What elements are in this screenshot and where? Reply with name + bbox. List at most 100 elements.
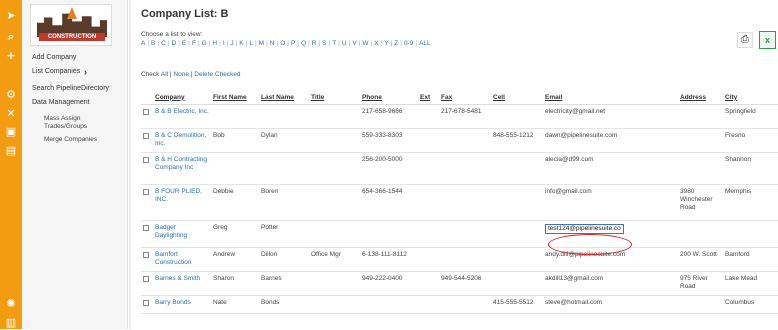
table-row: B & B Electric, Inc. 217-658-9666 217-678-… [141, 104, 778, 129]
search-icon[interactable]: ⌕ [4, 30, 18, 44]
sidebar-item-list-companies[interactable]: List Companies [32, 68, 80, 75]
row-checkbox[interactable] [143, 132, 149, 139]
cell-phone: 217-658-9666 [360, 104, 418, 129]
check-all-link[interactable]: All [161, 71, 168, 78]
letter-link-l[interactable]: L [249, 40, 253, 47]
cell-ext [418, 184, 439, 221]
sidebar-subitem-merge-companies[interactable]: Merge Companies [44, 136, 97, 144]
delete-checked-link[interactable]: Delete Checked [194, 71, 240, 78]
row-checkbox[interactable] [143, 251, 149, 258]
id-card-icon[interactable]: ▣ [4, 125, 18, 139]
sidebar-item-data-management[interactable]: Data Management [32, 99, 90, 106]
header-ext[interactable]: Ext [418, 91, 439, 105]
letter-link-n[interactable]: N [270, 40, 275, 47]
row-checkbox[interactable] [143, 299, 149, 306]
cell-email: alecia@d99.com [543, 152, 678, 185]
header-phone[interactable]: Phone [360, 91, 418, 105]
cell-ext [418, 247, 439, 272]
table-row: Barnes & Smith Sharon Barnes 949-222-0400 94… [141, 271, 778, 296]
header-last-name[interactable]: Last Name [259, 91, 309, 105]
cell-email: dawn@pipelinesuite.com [543, 128, 678, 153]
highlight-circle [548, 234, 632, 255]
chart-icon[interactable]: ▥ [4, 316, 18, 330]
plus-icon[interactable]: + [4, 49, 18, 63]
row-checkbox[interactable] [143, 108, 149, 115]
gear-icon[interactable]: ✺ [4, 297, 18, 311]
header-cell[interactable]: Cell [491, 91, 543, 105]
excel-export-icon[interactable]: x [759, 31, 776, 49]
tools-icon[interactable]: ✕ [4, 107, 18, 121]
letter-link-x[interactable]: X [374, 40, 378, 47]
letter-separator: | [276, 40, 279, 47]
row-select-cell [141, 104, 153, 129]
letter-link-q[interactable]: Q [301, 40, 306, 47]
letter-link-y[interactable]: Y [384, 40, 388, 47]
letter-link-c[interactable]: C [161, 40, 166, 47]
header-address[interactable]: Address [678, 91, 723, 105]
letter-link-z[interactable]: Z [394, 40, 398, 47]
cell-last: Potter [259, 220, 309, 248]
letter-link-j[interactable]: J [230, 40, 233, 47]
cell-city: Fresno [723, 128, 778, 153]
row-checkbox[interactable] [143, 224, 149, 231]
sidebar-item-search-pipelinedirectory[interactable]: Search PipelineDirectory [32, 85, 109, 92]
cell-company[interactable]: B FOUR PLIED, INC. [153, 184, 211, 221]
email-edit-field[interactable]: test124@pipelinesuite.co [545, 223, 624, 234]
cell-company[interactable]: Badger Daylighting [153, 220, 211, 248]
letter-link-p[interactable]: P [291, 40, 295, 47]
letter-link-a[interactable]: A [141, 40, 145, 47]
table-row: B FOUR PLIED, INC. Debbie Boren 654-366-154… [141, 184, 778, 221]
header-first-name[interactable]: First Name [211, 91, 259, 105]
letter-link-g[interactable]: G [202, 40, 207, 47]
header-email[interactable]: Email [543, 91, 678, 105]
cell-title [309, 295, 360, 314]
cell-last: Barnes [259, 271, 309, 296]
cell-cell: 415-555-5512 [491, 295, 543, 314]
sliders-icon[interactable]: ⚙ [4, 88, 18, 102]
letter-link-e[interactable]: E [182, 40, 186, 47]
paper-plane-icon[interactable]: ➤ [4, 9, 18, 23]
letter-link-r[interactable]: R [312, 40, 317, 47]
cell-last: Bonds [259, 295, 309, 314]
cell-company[interactable]: Bamfort Construction [153, 247, 211, 272]
row-checkbox[interactable] [143, 156, 149, 163]
cell-company[interactable]: B & C Demolition, Inc. [153, 128, 211, 153]
letter-link-f[interactable]: F [192, 40, 196, 47]
letter-link-t[interactable]: T [332, 40, 336, 47]
letter-link-m[interactable]: M [259, 40, 264, 47]
sidebar-subitem-mass-assign[interactable]: Mass Assign Trades/Groups [44, 115, 114, 131]
header-title[interactable]: Title [309, 91, 360, 105]
cell-company[interactable]: Barnes & Smith [153, 271, 211, 296]
cell-title [309, 220, 360, 248]
header-fax[interactable]: Fax [439, 91, 491, 105]
cell-company[interactable]: Barry Bonds [153, 295, 211, 314]
clipboard-icon[interactable]: ▤ [4, 144, 18, 158]
row-checkbox[interactable] [143, 188, 149, 195]
letter-link-all[interactable]: ALL [419, 40, 431, 47]
cell-address [678, 152, 723, 185]
letter-link-d[interactable]: D [172, 40, 177, 47]
row-checkbox[interactable] [143, 275, 149, 282]
cell-cell [491, 184, 543, 221]
letter-link-0-9[interactable]: 0-9 [404, 40, 413, 47]
sidebar-item-add-company[interactable]: Add Company [32, 54, 76, 61]
letter-link-o[interactable]: O [280, 40, 285, 47]
company-logo: CONSTRUCTION [30, 4, 112, 46]
header-company[interactable]: Company [153, 91, 211, 105]
cell-first: Sharon [211, 271, 259, 296]
printer-icon[interactable]: ⎙ [737, 32, 753, 48]
letter-link-u[interactable]: U [342, 40, 347, 47]
letter-separator: | [308, 40, 310, 47]
letter-link-s[interactable]: S [322, 40, 326, 47]
check-none-link[interactable]: None [173, 71, 189, 78]
letter-link-h[interactable]: H [212, 40, 217, 47]
letter-link-v[interactable]: V [352, 40, 356, 47]
header-city[interactable]: City [723, 91, 778, 105]
letter-link-k[interactable]: K [239, 40, 243, 47]
cell-company[interactable]: B & H Contracting Company Inc [153, 152, 211, 185]
letter-link-i[interactable]: I [223, 40, 225, 47]
letter-link-w[interactable]: W [362, 40, 368, 47]
cell-title [309, 104, 360, 129]
cell-company[interactable]: B & B Electric, Inc. [153, 104, 211, 129]
letter-link-b[interactable]: B [151, 40, 155, 47]
